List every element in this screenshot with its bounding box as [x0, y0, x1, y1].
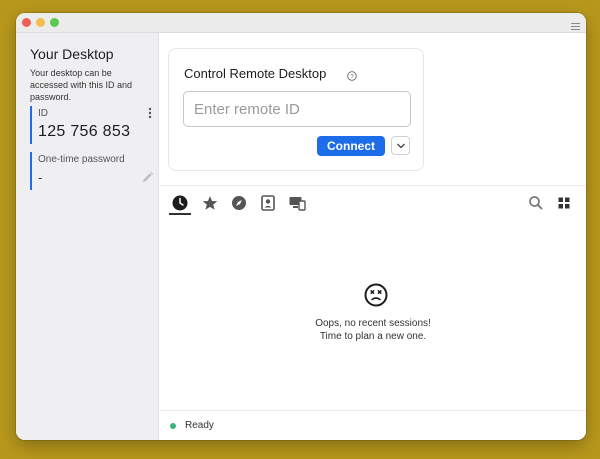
- app-window: Your Desktop Your desktop can be accesse…: [16, 13, 586, 440]
- id-section: ID 125 756 853: [30, 106, 152, 144]
- tab-devices[interactable]: [287, 193, 307, 213]
- id-label: ID: [38, 108, 48, 119]
- minimize-window-button[interactable]: [36, 18, 45, 27]
- status-indicator: [170, 423, 176, 429]
- tab-recent-sessions[interactable]: [170, 193, 190, 213]
- contact-card-icon: [261, 195, 275, 211]
- grid-view-icon[interactable]: [554, 193, 574, 213]
- devices-icon: [289, 197, 306, 211]
- id-value[interactable]: 125 756 853: [38, 123, 130, 141]
- clock-icon: [172, 195, 188, 211]
- status-text: Ready: [185, 420, 214, 431]
- sad-face-icon: [364, 283, 388, 312]
- svg-text:?: ?: [350, 74, 354, 81]
- pencil-icon[interactable]: [141, 171, 154, 189]
- sidebar: Your Desktop Your desktop can be accesse…: [16, 33, 159, 440]
- connect-card: Control Remote Desktop ? Connect: [168, 48, 424, 171]
- zoom-window-button[interactable]: [50, 18, 59, 27]
- empty-state-title: Oops, no recent sessions!: [315, 318, 431, 329]
- connect-card-title: Control Remote Desktop: [184, 66, 327, 81]
- close-window-button[interactable]: [22, 18, 31, 27]
- chevron-down-icon: [397, 143, 405, 149]
- status-bar: Ready: [160, 410, 586, 440]
- more-options-icon[interactable]: [146, 106, 154, 119]
- password-value[interactable]: -: [38, 170, 42, 185]
- compass-icon: [232, 196, 246, 210]
- sidebar-title: Your Desktop: [30, 46, 114, 62]
- session-tabs: [160, 185, 586, 215]
- password-label: One-time password: [38, 154, 125, 165]
- active-tab-indicator: [169, 213, 191, 215]
- hamburger-icon[interactable]: [571, 18, 580, 36]
- tab-address-book[interactable]: [258, 193, 278, 213]
- empty-state-subtitle: Time to plan a new one.: [319, 331, 427, 342]
- title-bar: [16, 13, 586, 33]
- tab-discovered[interactable]: [229, 193, 249, 213]
- search-icon[interactable]: [526, 193, 546, 213]
- connect-options-button[interactable]: [391, 136, 410, 155]
- remote-id-input[interactable]: [183, 91, 411, 127]
- sidebar-description: Your desktop can be accessed with this I…: [30, 68, 133, 102]
- password-section: One-time password -: [30, 152, 153, 190]
- star-icon: [202, 196, 218, 210]
- connect-button[interactable]: Connect: [317, 136, 385, 156]
- tab-favorites[interactable]: [200, 193, 220, 213]
- help-icon[interactable]: ?: [347, 68, 357, 86]
